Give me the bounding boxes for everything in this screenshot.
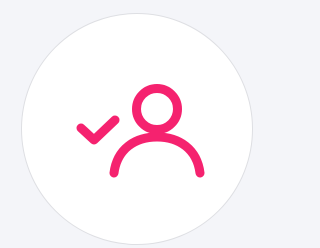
check-mark-icon	[76, 115, 120, 145]
verified-user-badge-stage	[0, 0, 253, 248]
user-head-shape	[132, 84, 182, 134]
user-check-icon	[76, 84, 205, 178]
user-body-shape	[109, 132, 205, 178]
